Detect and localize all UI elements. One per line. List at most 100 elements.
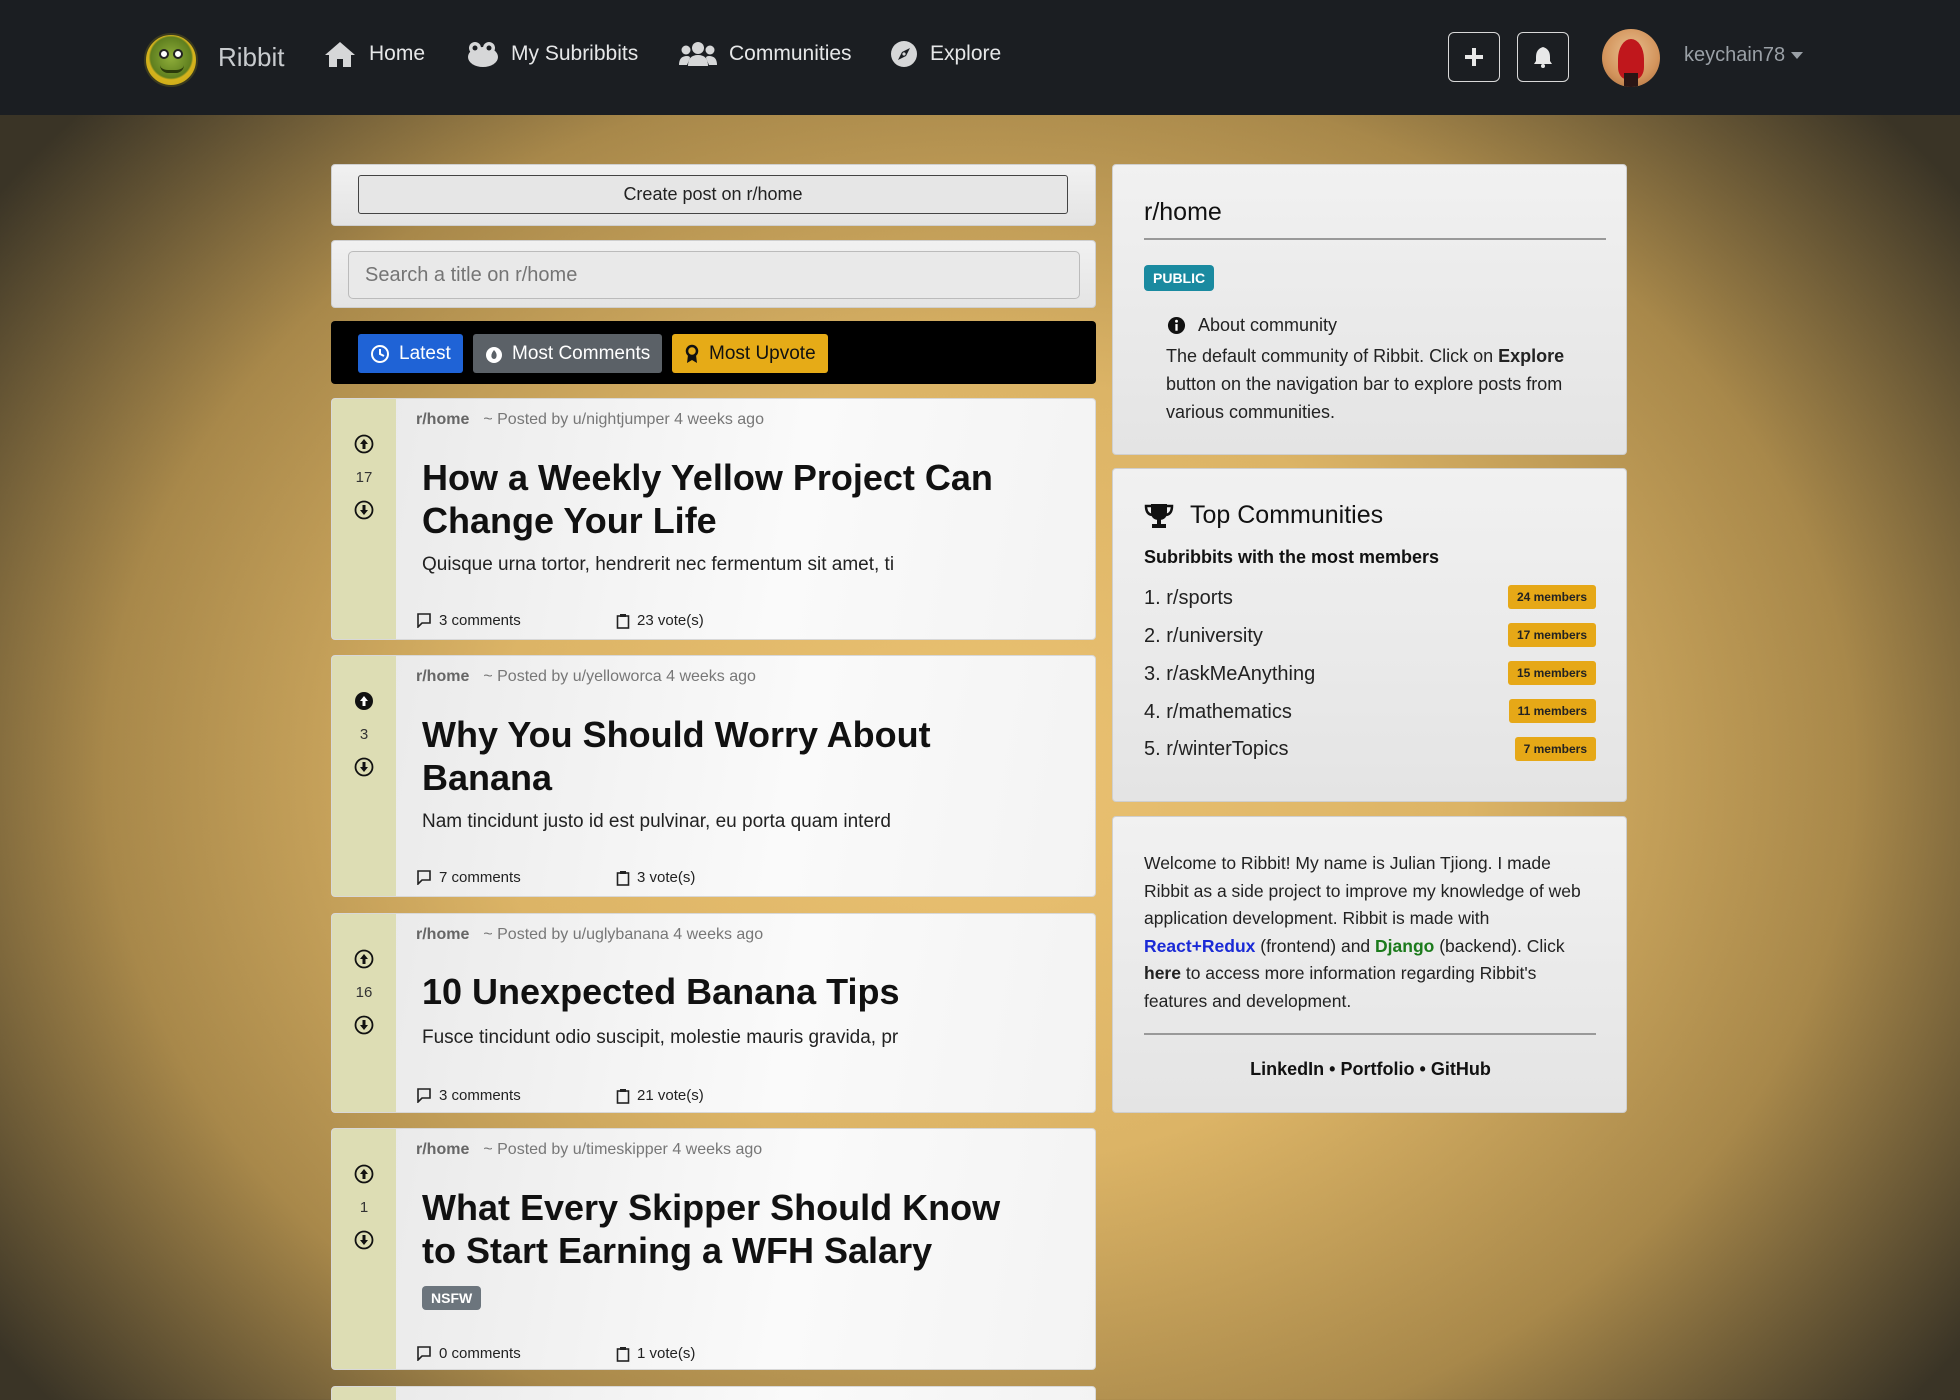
social-links: LinkedIn • Portfolio • GitHub bbox=[1113, 1059, 1628, 1080]
about-community-card: r/home PUBLIC About community The defaul… bbox=[1112, 164, 1627, 455]
post-author-info: ~ Posted by u/nightjumper 4 weeks ago bbox=[483, 411, 764, 428]
nav-my-subribbits[interactable]: My Subribbits bbox=[465, 40, 638, 68]
votes-info: 3 vote(s) bbox=[616, 869, 695, 886]
post-subribbit-link[interactable]: r/home bbox=[416, 411, 469, 428]
user-avatar[interactable] bbox=[1602, 29, 1660, 87]
post-title[interactable]: What Every Skipper Should Know to Start … bbox=[422, 1186, 1012, 1272]
award-icon bbox=[685, 344, 699, 363]
search-input[interactable] bbox=[348, 251, 1080, 299]
welcome-text-part: to access more information regarding Rib… bbox=[1144, 963, 1537, 1011]
chevron-down-icon bbox=[1791, 52, 1804, 59]
sort-most-upvote-label: Most Upvote bbox=[709, 342, 816, 364]
votes-count: 1 vote(s) bbox=[637, 1345, 696, 1362]
explore-link[interactable]: Explore bbox=[1498, 346, 1564, 366]
vote-column: 3 bbox=[332, 656, 396, 896]
comments-link[interactable]: 0 comments bbox=[416, 1345, 616, 1362]
comments-count: 7 comments bbox=[439, 869, 521, 886]
top-communities-header: Top Communities bbox=[1144, 501, 1383, 530]
post-author-info: ~ Posted by u/uglybanana 4 weeks ago bbox=[483, 926, 764, 943]
clipboard-icon bbox=[616, 870, 630, 886]
welcome-text-part: (backend). Click bbox=[1434, 935, 1565, 956]
welcome-card: Welcome to Ribbit! My name is Julian Tji… bbox=[1112, 816, 1627, 1113]
member-count-badge: 17 members bbox=[1507, 623, 1596, 647]
public-badge: PUBLIC bbox=[1144, 265, 1215, 291]
post-body: Nam tincidunt justo id est pulvinar, eu … bbox=[422, 811, 891, 832]
upvote-icon[interactable] bbox=[354, 434, 374, 454]
comment-icon bbox=[417, 613, 431, 628]
nav-explore[interactable]: Explore bbox=[890, 40, 1001, 68]
post-meta: r/home ~ Posted by u/yelloworca 4 weeks a… bbox=[416, 668, 756, 686]
sort-most-comments-button[interactable]: Most Comments bbox=[473, 334, 663, 373]
sort-latest-button[interactable]: Latest bbox=[358, 334, 463, 373]
nav-explore-label: Explore bbox=[930, 42, 1002, 65]
community-link[interactable]: 4. r/mathematics bbox=[1144, 701, 1292, 724]
about-description: The default community of Ribbit. Click o… bbox=[1166, 342, 1606, 426]
portfolio-link[interactable]: Portfolio bbox=[1341, 1059, 1415, 1079]
upvote-icon[interactable] bbox=[354, 949, 374, 969]
react-redux-link[interactable]: React+Redux bbox=[1144, 936, 1255, 956]
here-link[interactable]: here bbox=[1144, 963, 1181, 983]
sort-most-upvote-button[interactable]: Most Upvote bbox=[672, 334, 828, 373]
post-subribbit-link[interactable]: r/home bbox=[416, 926, 469, 943]
search-card bbox=[331, 240, 1096, 308]
post-title[interactable]: 10 Unexpected Banana Tips bbox=[422, 970, 1012, 1013]
github-link[interactable]: GitHub bbox=[1431, 1059, 1491, 1079]
ribbit-logo[interactable] bbox=[144, 33, 198, 87]
downvote-icon[interactable] bbox=[354, 1015, 374, 1035]
comments-link[interactable]: 7 comments bbox=[416, 869, 616, 886]
upvote-icon[interactable] bbox=[354, 1164, 374, 1184]
post-footer: 0 comments 1 vote(s) bbox=[416, 1345, 695, 1362]
post-card[interactable] bbox=[331, 1386, 1096, 1400]
fire-icon bbox=[486, 346, 502, 363]
post-subribbit-link[interactable]: r/home bbox=[416, 668, 469, 685]
comments-link[interactable]: 3 comments bbox=[416, 1087, 616, 1104]
upvote-icon[interactable] bbox=[354, 691, 374, 711]
post-meta: r/home ~ Posted by u/uglybanana 4 weeks a… bbox=[416, 926, 763, 944]
comments-link[interactable]: 3 comments bbox=[416, 612, 616, 629]
post-card[interactable]: 16 r/home ~ Posted by u/uglybanana 4 week… bbox=[331, 913, 1096, 1113]
top-communities-title: Top Communities bbox=[1190, 501, 1384, 529]
community-link[interactable]: 3. r/askMeAnything bbox=[1144, 663, 1315, 686]
post-title[interactable]: Why You Should Worry About Banana bbox=[422, 713, 1012, 799]
member-count-badge: 24 members bbox=[1507, 585, 1596, 609]
downvote-icon[interactable] bbox=[354, 757, 374, 777]
vote-column: 1 bbox=[332, 1129, 396, 1369]
post-title[interactable]: How a Weekly Yellow Project Can Change Y… bbox=[422, 456, 1012, 542]
post-footer: 3 comments 21 vote(s) bbox=[416, 1087, 704, 1104]
member-count-badge: 7 members bbox=[1514, 737, 1596, 761]
downvote-icon[interactable] bbox=[354, 500, 374, 520]
sort-bar: Latest Most Comments Most Upvote bbox=[331, 321, 1096, 384]
post-author-info: ~ Posted by u/yelloworca 4 weeks ago bbox=[483, 668, 756, 685]
comment-icon bbox=[417, 870, 431, 885]
brand-name[interactable]: Ribbit bbox=[218, 42, 284, 73]
votes-count: 23 vote(s) bbox=[637, 612, 704, 629]
welcome-text-part: (frontend) and bbox=[1255, 935, 1376, 956]
separator: • bbox=[1419, 1059, 1426, 1079]
post-body: Quisque urna tortor, hendrerit nec ferme… bbox=[422, 554, 895, 575]
clock-icon bbox=[371, 344, 389, 363]
user-menu[interactable]: keychain78 bbox=[1684, 44, 1804, 67]
clipboard-icon bbox=[616, 1346, 630, 1362]
vote-count: 16 bbox=[355, 984, 373, 1001]
downvote-icon[interactable] bbox=[354, 1230, 374, 1250]
plus-icon bbox=[1465, 48, 1483, 66]
create-post-card: Create post on r/home bbox=[331, 164, 1096, 226]
notifications-button[interactable] bbox=[1517, 32, 1569, 82]
post-card[interactable]: 1 r/home ~ Posted by u/timeskipper 4 week… bbox=[331, 1128, 1096, 1370]
vote-column: 16 bbox=[332, 914, 396, 1112]
community-link[interactable]: 5. r/winterTopics bbox=[1144, 738, 1289, 761]
top-communities-subtitle: Subribbits with the most members bbox=[1144, 547, 1440, 567]
post-footer: 7 comments 3 vote(s) bbox=[416, 869, 695, 886]
django-link[interactable]: Django bbox=[1375, 936, 1434, 956]
nav-home[interactable]: Home bbox=[323, 40, 425, 68]
linkedin-link[interactable]: LinkedIn bbox=[1250, 1059, 1324, 1079]
post-subribbit-link[interactable]: r/home bbox=[416, 1141, 469, 1158]
nav-communities[interactable]: Communities bbox=[679, 40, 852, 68]
community-link[interactable]: 1. r/sports bbox=[1144, 587, 1233, 610]
post-card[interactable]: 17 r/home ~ Posted by u/nightjumper 4 wee… bbox=[331, 398, 1096, 640]
trophy-icon bbox=[1144, 503, 1174, 528]
create-post-button[interactable]: Create post on r/home bbox=[358, 175, 1068, 214]
post-card[interactable]: 3 r/home ~ Posted by u/yelloworca 4 weeks… bbox=[331, 655, 1096, 897]
community-link[interactable]: 2. r/university bbox=[1144, 625, 1263, 648]
create-button[interactable] bbox=[1448, 32, 1500, 82]
